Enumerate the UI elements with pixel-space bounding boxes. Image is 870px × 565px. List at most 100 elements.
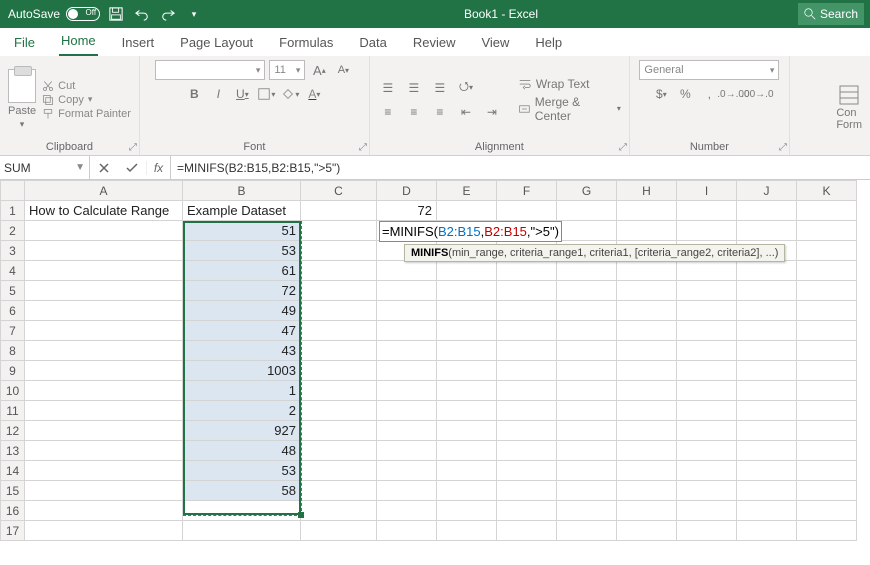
cell-A16[interactable] xyxy=(25,501,183,521)
cell-I1[interactable] xyxy=(677,201,737,221)
cell-C5[interactable] xyxy=(301,281,377,301)
cell-J9[interactable] xyxy=(737,361,797,381)
alignment-launcher-icon[interactable]: ⤢ xyxy=(619,142,627,153)
font-family-dropdown[interactable]: ▾ xyxy=(155,60,265,80)
cell-I13[interactable] xyxy=(677,441,737,461)
cell-J17[interactable] xyxy=(737,521,797,541)
cell-B6[interactable]: 49 xyxy=(183,301,301,321)
row-header-9[interactable]: 9 xyxy=(1,361,25,381)
row-header-7[interactable]: 7 xyxy=(1,321,25,341)
cell-B4[interactable]: 61 xyxy=(183,261,301,281)
cell-I5[interactable] xyxy=(677,281,737,301)
cell-A8[interactable] xyxy=(25,341,183,361)
clipboard-launcher-icon[interactable]: ⤢ xyxy=(129,142,137,153)
column-header-H[interactable]: H xyxy=(617,181,677,201)
cell-G1[interactable] xyxy=(557,201,617,221)
cell-J4[interactable] xyxy=(737,261,797,281)
italic-button[interactable]: I xyxy=(208,84,228,104)
row-header-11[interactable]: 11 xyxy=(1,401,25,421)
cell-G5[interactable] xyxy=(557,281,617,301)
cell-C2[interactable] xyxy=(301,221,377,241)
cell-C10[interactable] xyxy=(301,381,377,401)
cancel-formula-button[interactable] xyxy=(90,162,118,174)
cell-I14[interactable] xyxy=(677,461,737,481)
cell-K3[interactable] xyxy=(797,241,857,261)
paste-button[interactable]: Paste ▾ xyxy=(8,69,36,130)
cell-D16[interactable] xyxy=(377,501,437,521)
cell-G16[interactable] xyxy=(557,501,617,521)
cell-J5[interactable] xyxy=(737,281,797,301)
cut-button[interactable]: Cut xyxy=(42,80,131,92)
cell-H12[interactable] xyxy=(617,421,677,441)
cell-H2[interactable] xyxy=(617,221,677,241)
cell-F8[interactable] xyxy=(497,341,557,361)
cell-G4[interactable] xyxy=(557,261,617,281)
cell-D10[interactable] xyxy=(377,381,437,401)
cell-F13[interactable] xyxy=(497,441,557,461)
cell-K13[interactable] xyxy=(797,441,857,461)
cell-E15[interactable] xyxy=(437,481,497,501)
cell-I4[interactable] xyxy=(677,261,737,281)
tab-file[interactable]: File xyxy=(12,31,37,56)
worksheet-grid[interactable]: ABCDEFGHIJK1How to Calculate RangeExampl… xyxy=(0,180,870,565)
cell-H7[interactable] xyxy=(617,321,677,341)
cell-F6[interactable] xyxy=(497,301,557,321)
cell-K12[interactable] xyxy=(797,421,857,441)
column-header-C[interactable]: C xyxy=(301,181,377,201)
redo-icon[interactable] xyxy=(158,4,178,24)
cell-C3[interactable] xyxy=(301,241,377,261)
cell-C11[interactable] xyxy=(301,401,377,421)
cell-D12[interactable] xyxy=(377,421,437,441)
cell-K11[interactable] xyxy=(797,401,857,421)
row-header-17[interactable]: 17 xyxy=(1,521,25,541)
cell-K4[interactable] xyxy=(797,261,857,281)
cell-E11[interactable] xyxy=(437,401,497,421)
cell-J7[interactable] xyxy=(737,321,797,341)
cell-F5[interactable] xyxy=(497,281,557,301)
cell-G11[interactable] xyxy=(557,401,617,421)
align-middle-icon[interactable]: ☰ xyxy=(404,78,424,98)
cell-C6[interactable] xyxy=(301,301,377,321)
tab-view[interactable]: View xyxy=(479,31,511,56)
decrease-decimal-icon[interactable]: .00→.0 xyxy=(747,84,767,104)
cell-C13[interactable] xyxy=(301,441,377,461)
wrap-text-button[interactable]: Wrap Text xyxy=(518,77,621,91)
merge-center-button[interactable]: Merge & Center ▾ xyxy=(518,95,621,123)
cell-E7[interactable] xyxy=(437,321,497,341)
enter-formula-button[interactable] xyxy=(118,162,146,174)
cell-K6[interactable] xyxy=(797,301,857,321)
cell-J13[interactable] xyxy=(737,441,797,461)
row-header-14[interactable]: 14 xyxy=(1,461,25,481)
column-header-F[interactable]: F xyxy=(497,181,557,201)
cell-F1[interactable] xyxy=(497,201,557,221)
row-header-8[interactable]: 8 xyxy=(1,341,25,361)
tab-insert[interactable]: Insert xyxy=(120,31,157,56)
fx-icon[interactable]: fx xyxy=(146,161,170,175)
cell-B16[interactable] xyxy=(183,501,301,521)
cell-E17[interactable] xyxy=(437,521,497,541)
cell-C16[interactable] xyxy=(301,501,377,521)
row-header-13[interactable]: 13 xyxy=(1,441,25,461)
fill-color-button[interactable]: ▾ xyxy=(280,84,300,104)
cell-J16[interactable] xyxy=(737,501,797,521)
cell-H6[interactable] xyxy=(617,301,677,321)
cell-edit-overlay[interactable]: =MINIFS(B2:B15,B2:B15,">5") xyxy=(379,221,562,242)
cell-A10[interactable] xyxy=(25,381,183,401)
cell-B14[interactable]: 53 xyxy=(183,461,301,481)
cell-A4[interactable] xyxy=(25,261,183,281)
cell-E8[interactable] xyxy=(437,341,497,361)
cell-A9[interactable] xyxy=(25,361,183,381)
format-painter-button[interactable]: Format Painter xyxy=(42,108,131,120)
increase-font-icon[interactable]: A▴ xyxy=(309,60,329,80)
column-header-A[interactable]: A xyxy=(25,181,183,201)
copy-button[interactable]: Copy ▾ xyxy=(42,94,131,106)
align-right-icon[interactable]: ≡ xyxy=(430,102,450,122)
cell-D4[interactable] xyxy=(377,261,437,281)
cell-E14[interactable] xyxy=(437,461,497,481)
cell-H4[interactable] xyxy=(617,261,677,281)
row-header-4[interactable]: 4 xyxy=(1,261,25,281)
cell-H10[interactable] xyxy=(617,381,677,401)
cell-D5[interactable] xyxy=(377,281,437,301)
cell-K15[interactable] xyxy=(797,481,857,501)
align-bottom-icon[interactable]: ☰ xyxy=(430,78,450,98)
